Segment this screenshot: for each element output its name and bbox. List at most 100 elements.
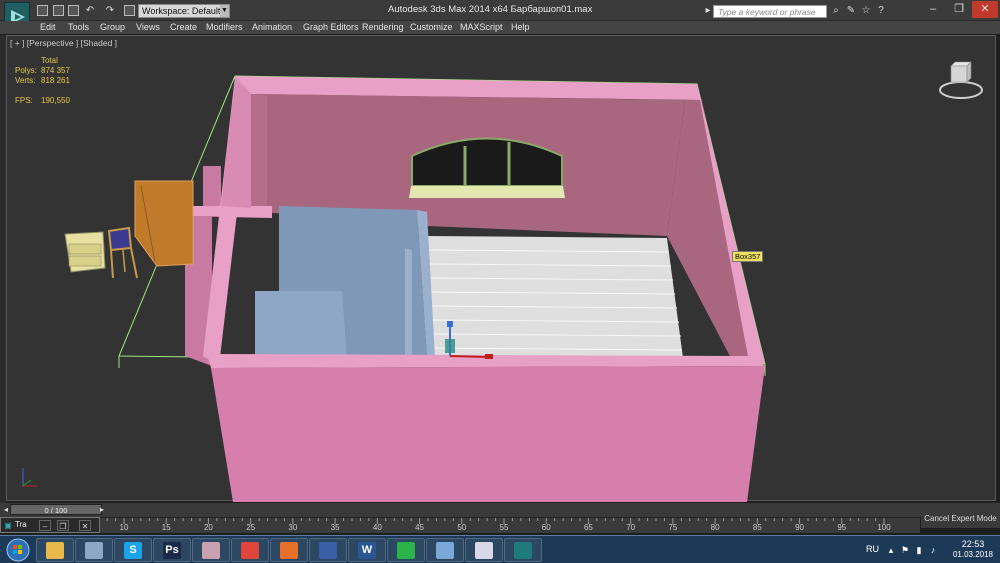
- clock-time[interactable]: 22:53: [950, 539, 996, 549]
- track-bar[interactable]: 10 15 20 25 30 35 40 45 50 55 60 65 70 75 80 85 90 95 100: [100, 517, 920, 533]
- 3dsmax-icon: [514, 542, 532, 559]
- help-icon[interactable]: ?: [875, 5, 887, 17]
- taskbar-whatsapp-button[interactable]: [387, 538, 425, 562]
- stats-fps-value: 190,550: [41, 96, 70, 105]
- volume-icon[interactable]: ♪: [928, 545, 938, 555]
- pdf-icon: [475, 542, 493, 559]
- taskbar-photoshop-button[interactable]: Ps: [153, 538, 191, 562]
- floppy-icon: [319, 542, 337, 559]
- stats-total-label: Total: [41, 56, 58, 65]
- whatsapp-icon: [397, 542, 415, 559]
- stats-polys-value: 874 357: [41, 66, 70, 75]
- calculator-icon: [85, 542, 103, 559]
- language-indicator[interactable]: RU: [866, 544, 879, 554]
- menu-tools[interactable]: Tools: [68, 22, 89, 32]
- timeline-tick-label: 30: [288, 523, 298, 532]
- workspace-dropdown[interactable]: Workspace: Default: [138, 4, 230, 18]
- stats-verts-value: 818 261: [41, 76, 70, 85]
- title-bar: ↶ ↷ Workspace: Default ▼ Autodesk 3ds Ma…: [0, 0, 1000, 32]
- cancel-expert-mode-button[interactable]: Cancel Expert Mode: [921, 510, 1000, 528]
- windows-taskbar: S Ps W RU ▴ ⚑ ▮ ♪ 22:53 01.03.2018: [0, 535, 1000, 563]
- taskbar-firefox-button[interactable]: [270, 538, 308, 562]
- favorites-star-icon[interactable]: ☆: [860, 5, 872, 17]
- taskbar-chrome-button[interactable]: [231, 538, 269, 562]
- time-slider[interactable]: 0 / 100: [10, 504, 102, 515]
- project-folder-icon[interactable]: [124, 5, 135, 16]
- minimize-button[interactable]: –: [39, 520, 51, 531]
- minimize-button[interactable]: –: [920, 1, 946, 18]
- window-title: Autodesk 3ds Max 2014 x64 Барбаршоп01.ma…: [388, 4, 593, 15]
- taskbar-skype-button[interactable]: S: [114, 538, 152, 562]
- taskbar-explorer-button[interactable]: [36, 538, 74, 562]
- taskbar-floppy-button[interactable]: [309, 538, 347, 562]
- menu-graph-editors[interactable]: Graph Editors: [303, 22, 359, 32]
- menu-rendering[interactable]: Rendering: [362, 22, 404, 32]
- menu-modifiers[interactable]: Modifiers: [206, 22, 243, 32]
- chevron-down-icon[interactable]: ▼: [220, 5, 229, 17]
- network-icon[interactable]: ▮: [914, 545, 924, 555]
- chevron-right-icon[interactable]: ▸: [96, 504, 108, 516]
- windows-start-icon[interactable]: [3, 538, 33, 562]
- timeline-tick-label: 25: [246, 523, 256, 532]
- communication-center-icon[interactable]: ✎: [845, 5, 857, 17]
- menu-edit[interactable]: Edit: [40, 22, 56, 32]
- taskbar-calculator-button[interactable]: [75, 538, 113, 562]
- chrome-icon: [241, 542, 259, 559]
- front-wall: [211, 366, 765, 502]
- stats-fps-label: FPS:: [15, 96, 33, 105]
- menu-group[interactable]: Group: [100, 22, 125, 32]
- timeline-tick-label: 85: [752, 523, 762, 532]
- time-slider-bar: 0 / 100 ◂ ▸: [0, 503, 1000, 517]
- taskbar-3dsmax-button[interactable]: [504, 538, 542, 562]
- menu-customize[interactable]: Customize: [410, 22, 453, 32]
- photoshop-icon: Ps: [163, 542, 181, 559]
- timeline-tick-label: 55: [499, 523, 509, 532]
- timeline-tick-label: 90: [795, 523, 804, 532]
- open-file-icon[interactable]: [53, 5, 64, 16]
- close-button[interactable]: ✕: [79, 520, 91, 531]
- minimized-window[interactable]: ▣ Tra – ❐ ✕: [0, 517, 100, 533]
- menu-views[interactable]: Views: [136, 22, 160, 32]
- tray-arrow-icon[interactable]: ▴: [886, 545, 896, 555]
- timeline-tick-label: 10: [119, 523, 129, 532]
- 3dsmax-small-icon: ▣: [4, 521, 12, 530]
- redo-icon[interactable]: ↷: [104, 5, 116, 17]
- close-button[interactable]: ✕: [972, 1, 998, 18]
- word-icon: W: [358, 542, 376, 559]
- menu-help[interactable]: Help: [511, 22, 530, 32]
- taskbar-word-button[interactable]: W: [348, 538, 386, 562]
- timeline-tick-label: 20: [203, 523, 213, 532]
- timeline-tick-label: 65: [583, 523, 593, 532]
- scene-canvas[interactable]: [7, 36, 997, 502]
- timeline-tick-label: 75: [668, 523, 678, 532]
- axis-tripod-icon: [22, 468, 37, 487]
- menu-maxscript[interactable]: MAXScript: [460, 22, 503, 32]
- stats-verts-label: Verts:: [15, 76, 36, 85]
- viewcube-icon[interactable]: [937, 56, 985, 100]
- maximize-button[interactable]: ❐: [946, 1, 972, 18]
- perspective-viewport[interactable]: [ + ] [Perspective ] [Shaded ] Total Pol…: [6, 35, 997, 502]
- help-search-input[interactable]: Type a keyword or phrase: [713, 5, 827, 18]
- taskbar-image-viewer-button[interactable]: [426, 538, 464, 562]
- partition-low: [255, 291, 347, 358]
- timeline-tick-label: 15: [161, 523, 171, 532]
- timeline-tick-label: 95: [837, 523, 847, 532]
- taskbar-pdf-button[interactable]: [465, 538, 503, 562]
- menu-create[interactable]: Create: [170, 22, 197, 32]
- taskbar-app-pink-button[interactable]: [192, 538, 230, 562]
- chair: [107, 226, 138, 279]
- clock-date[interactable]: 01.03.2018: [950, 550, 996, 559]
- save-file-icon[interactable]: [68, 5, 79, 16]
- skype-icon: S: [124, 542, 142, 559]
- timeline-tick-label: 70: [626, 523, 636, 532]
- door: [134, 180, 194, 267]
- chevron-left-icon[interactable]: ◂: [0, 504, 12, 516]
- viewport-label-menu[interactable]: [ + ] [Perspective ] [Shaded ]: [10, 38, 117, 48]
- image-viewer-icon: [436, 542, 454, 559]
- menu-animation[interactable]: Animation: [252, 22, 292, 32]
- restore-button[interactable]: ❐: [57, 520, 69, 531]
- search-icon[interactable]: ⌕: [830, 5, 842, 17]
- flag-icon[interactable]: ⚑: [900, 545, 910, 555]
- new-file-icon[interactable]: [37, 5, 48, 16]
- undo-icon[interactable]: ↶: [84, 5, 96, 17]
